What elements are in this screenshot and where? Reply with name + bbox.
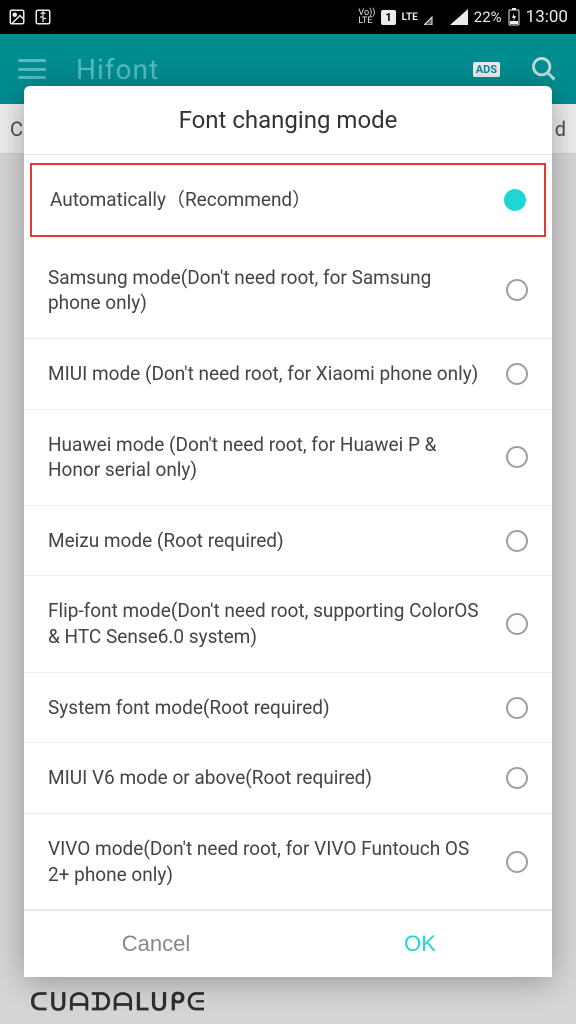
option-label: Huawei mode (Don't need root, for Huawei… [48,432,506,483]
radio-icon[interactable] [506,363,528,385]
option-row[interactable]: System font mode(Root required) [24,673,552,744]
option-label: Automatically（Recommend） [50,187,504,213]
option-row[interactable]: Automatically（Recommend） [30,163,546,237]
ok-button[interactable]: OK [288,911,552,977]
dialog-actions: Cancel OK [24,910,552,977]
option-row[interactable]: Meizu mode (Root required) [24,506,552,577]
radio-icon[interactable] [506,446,528,468]
option-row[interactable]: Huawei mode (Don't need root, for Huawei… [24,410,552,506]
option-label: Samsung mode(Don't need root, for Samsun… [48,265,506,316]
option-label: System font mode(Root required) [48,695,506,721]
radio-icon[interactable] [506,851,528,873]
option-row[interactable]: Samsung mode(Don't need root, for Samsun… [24,243,552,339]
options-list: Automatically（Recommend） Samsung mode(Don… [24,155,552,910]
radio-icon[interactable] [506,279,528,301]
option-label: VIVO mode(Don't need root, for VIVO Funt… [48,836,506,887]
radio-icon[interactable] [506,530,528,552]
option-label: MIUI mode (Don't need root, for Xiaomi p… [48,361,506,387]
option-row[interactable]: MIUI V6 mode or above(Root required) [24,743,552,814]
option-row[interactable]: MIUI mode (Don't need root, for Xiaomi p… [24,339,552,410]
option-row[interactable]: Flip-font mode(Don't need root, supporti… [24,576,552,672]
radio-icon[interactable] [506,697,528,719]
option-label: Flip-font mode(Don't need root, supporti… [48,598,506,649]
radio-icon[interactable] [506,767,528,789]
option-row[interactable]: VIVO mode(Don't need root, for VIVO Funt… [24,814,552,910]
option-label: Meizu mode (Root required) [48,528,506,554]
radio-icon[interactable] [506,613,528,635]
dialog-overlay: Font changing mode Automatically（Recomme… [0,0,576,1024]
radio-icon[interactable] [504,189,526,211]
option-label: MIUI V6 mode or above(Root required) [48,765,506,791]
dialog-title: Font changing mode [24,86,552,155]
font-mode-dialog: Font changing mode Automatically（Recomme… [24,86,552,977]
cancel-button[interactable]: Cancel [24,911,288,977]
